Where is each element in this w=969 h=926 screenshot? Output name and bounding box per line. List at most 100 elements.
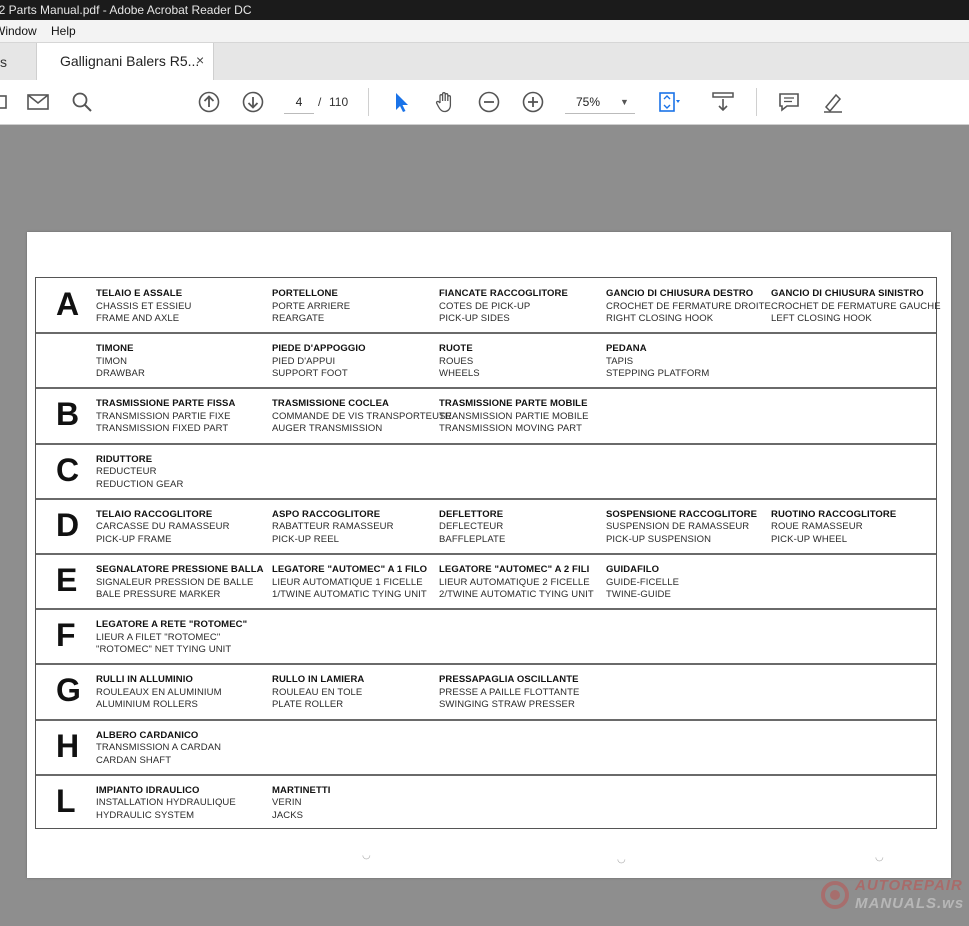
- page-number-input[interactable]: 4: [284, 91, 314, 114]
- cell-text-english: AUGER TRANSMISSION: [272, 423, 383, 435]
- table-cell: GANCIO DI CHIUSURA SINISTRO CROCHET DE FE…: [771, 288, 941, 326]
- section-letter: G: [56, 672, 81, 709]
- cell-title-italian: TELAIO RACCOGLITORE: [96, 508, 213, 520]
- table-cell: TRASMISSIONE PARTE FISSA TRANSMISSION PAR…: [96, 398, 235, 436]
- zoom-dropdown[interactable]: 75% ▼: [565, 91, 635, 114]
- cell-text-french: VERIN: [272, 797, 302, 809]
- cell-text-english: BAFFLEPLATE: [439, 533, 506, 545]
- window-title-bar: 52 Parts Manual.pdf - Adobe Acrobat Read…: [0, 0, 969, 20]
- cell-text-french: PIED D'APPUI: [272, 355, 336, 367]
- table-cell: LEGATORE "AUTOMEC" A 2 FILI LIEUR AUTOMAT…: [439, 564, 594, 602]
- cell-text-french: REDUCTEUR: [96, 466, 157, 478]
- cell-title-italian: LEGATORE "AUTOMEC" A 1 FILO: [272, 564, 428, 575]
- toolbar: 4 / 110 75% ▼: [0, 80, 969, 125]
- cell-text-french: COTES DE PICK-UP: [439, 300, 531, 312]
- cell-text-english: "ROTOMEC" NET TYING UNIT: [96, 644, 232, 656]
- table-cell: TRASMISSIONE COCLEA COMMANDE DE VIS TRANS…: [272, 398, 452, 436]
- highlight-pen-icon[interactable]: [821, 90, 845, 114]
- section-letter: L: [56, 782, 76, 819]
- table-cell: TELAIO E ASSALE CHASSIS ET ESSIEU FRAME AN…: [96, 288, 192, 326]
- search-icon[interactable]: [70, 90, 94, 114]
- cell-title-italian: TRASMISSIONE PARTE FISSA: [96, 398, 236, 410]
- chevron-down-icon: ▼: [620, 97, 629, 107]
- table-row: B TRASMISSIONE PARTE FISSA TRANSMISSION PA…: [36, 388, 936, 444]
- table-cell: PORTELLONE PORTE ARRIERE REARGATE: [272, 288, 350, 326]
- cell-text-english: RIGHT CLOSING HOOK: [606, 313, 714, 324]
- cell-text-french: TRANSMISSION PARTIE FIXE: [96, 410, 231, 422]
- cell-title-italian: ALBERO CARDANICO: [96, 729, 199, 741]
- zoom-in-icon[interactable]: [521, 90, 545, 114]
- watermark-line1: AUTOREPAIR: [855, 877, 963, 894]
- table-cell: ASPO RACCOGLITORE RABATTEUR RAMASSEUR PICK…: [272, 509, 394, 547]
- scroll-mode-icon[interactable]: [711, 90, 735, 114]
- table-cell: RULLO IN LAMIERA ROULEAU EN TOLE PLATE ROL…: [272, 674, 364, 712]
- table-cell: ALBERO CARDANICO TRANSMISSION A CARDAN CAR…: [96, 730, 221, 768]
- tab-close-icon[interactable]: ×: [196, 52, 204, 68]
- cell-text-english: TWINE-GUIDE: [606, 589, 671, 600]
- cell-text-english: WHEELS: [439, 368, 480, 380]
- cell-text-english: 1/TWINE AUTOMATIC TYING UNIT: [272, 589, 427, 600]
- cell-title-italian: DEFLETTORE: [439, 508, 504, 520]
- select-tool-icon[interactable]: [389, 90, 413, 114]
- section-letter: E: [56, 562, 78, 598]
- tab-document[interactable]: Gallignani Balers R5... ×: [36, 43, 214, 81]
- cell-text-english: JACKS: [272, 809, 304, 821]
- table-cell: RULLI IN ALLUMINIO ROULEAUX EN ALUMINIUM A…: [96, 674, 222, 712]
- mail-icon[interactable]: [26, 90, 50, 114]
- cell-text-english: SWINGING STRAW PRESSER: [439, 699, 575, 711]
- table-cell: RIDUTTORE REDUCTEUR REDUCTION GEAR: [96, 454, 183, 492]
- cell-title-italian: GANCIO DI CHIUSURA DESTRO: [606, 288, 754, 299]
- print-icon[interactable]: [0, 90, 12, 114]
- document-viewport[interactable]: A TELAIO E ASSALE CHASSIS ET ESSIEU FRAME A…: [0, 125, 969, 926]
- table-cell: TRASMISSIONE PARTE MOBILE TRANSMISSION PA…: [439, 398, 589, 436]
- cell-text-english: DRAWBAR: [96, 368, 145, 380]
- cell-title-italian: RIDUTTORE: [96, 453, 153, 465]
- cell-text-english: FRAME AND AXLE: [96, 313, 180, 324]
- table-cell: PIEDE D'APPOGGIO PIED D'APPUI SUPPORT FOOT: [272, 343, 366, 381]
- cell-text-english: PICK-UP SUSPENSION: [606, 533, 712, 545]
- cell-text-french: SIGNALEUR PRESSION DE BALLE: [96, 576, 254, 588]
- cell-title-italian: ASPO RACCOGLITORE: [272, 508, 381, 520]
- tab-previous[interactable]: s: [0, 54, 7, 70]
- toolbar-divider-2: [756, 88, 757, 116]
- table-cell: FIANCATE RACCOGLITORE COTES DE PICK-UP PIC…: [439, 288, 568, 326]
- section-letter: C: [56, 451, 80, 488]
- watermark-line2: MANUALS.ws: [855, 895, 965, 912]
- menu-window[interactable]: Window: [0, 20, 37, 42]
- cell-text-french: TRANSMISSION A CARDAN: [96, 742, 222, 754]
- cell-title-italian: TRASMISSIONE COCLEA: [272, 398, 389, 410]
- cell-text-french: SUSPENSION DE RAMASSEUR: [606, 521, 750, 533]
- cell-text-english: CARDAN SHAFT: [96, 754, 172, 766]
- table-cell: SEGNALATORE PRESSIONE BALLA SIGNALEUR PRE…: [96, 564, 264, 602]
- tab-document-label: Gallignani Balers R5...: [60, 53, 200, 69]
- cell-text-french: TIMON: [96, 355, 128, 367]
- table-row: TIMONE TIMON DRAWBAR PIEDE D'APPOGGIO PIED D…: [36, 333, 936, 389]
- comment-icon[interactable]: [777, 90, 801, 114]
- cell-text-french: CROCHET DE FERMATURE GAUCHE: [771, 300, 941, 312]
- table-cell: RUOTE ROUES WHEELS: [439, 343, 480, 381]
- cell-title-italian: IMPIANTO IDRAULICO: [96, 784, 200, 796]
- cell-title-italian: RUOTINO RACCOGLITORE: [771, 508, 897, 520]
- fit-page-icon[interactable]: [656, 90, 680, 114]
- cell-text-french: PORTE ARRIERE: [272, 300, 351, 312]
- next-page-icon[interactable]: [241, 90, 265, 114]
- table-row: F LEGATORE A RETE "ROTOMEC" LIEUR A FILET …: [36, 609, 936, 665]
- table-cell: DEFLETTORE DEFLECTEUR BAFFLEPLATE: [439, 509, 505, 547]
- cell-text-french: LIEUR AUTOMATIQUE 2 FICELLE: [439, 576, 590, 588]
- hand-tool-icon[interactable]: [433, 90, 457, 114]
- previous-page-icon[interactable]: [197, 90, 221, 114]
- cell-title-italian: GANCIO DI CHIUSURA SINISTRO: [771, 288, 924, 299]
- cell-text-english: REARGATE: [272, 313, 325, 324]
- cell-text-english: HYDRAULIC SYSTEM: [96, 809, 195, 821]
- cell-title-italian: RULLI IN ALLUMINIO: [96, 674, 193, 686]
- cell-text-english: TRANSMISSION MOVING PART: [439, 423, 582, 435]
- cell-text-french: ROUE RAMASSEUR: [771, 521, 863, 533]
- table-cell: TIMONE TIMON DRAWBAR: [96, 343, 145, 381]
- cell-title-italian: SOSPENSIONE RACCOGLITORE: [606, 508, 758, 520]
- table-cell: LEGATORE A RETE "ROTOMEC" LIEUR A FILET "…: [96, 619, 247, 657]
- cell-text-french: PRESSE A PAILLE FLOTTANTE: [439, 686, 580, 698]
- cell-text-french: CARCASSE DU RAMASSEUR: [96, 521, 230, 533]
- zoom-out-icon[interactable]: [477, 90, 501, 114]
- cell-title-italian: PORTELLONE: [272, 288, 338, 299]
- menu-help[interactable]: Help: [51, 20, 76, 42]
